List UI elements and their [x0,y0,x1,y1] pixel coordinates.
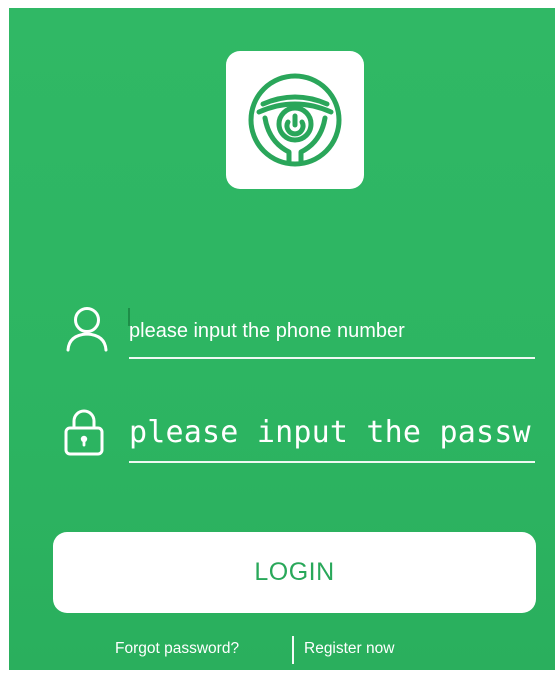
login-screen: LOGIN Forgot password? Register now [9,8,555,670]
register-now-link[interactable]: Register now [304,640,394,658]
phone-underline [129,357,535,359]
phone-input[interactable] [129,316,535,346]
login-button[interactable]: LOGIN [53,532,536,613]
lock-icon [63,408,105,456]
bottom-links: Forgot password? Register now [9,636,555,664]
user-icon [65,306,109,352]
password-input[interactable] [129,412,535,452]
app-logo [226,51,364,189]
power-wheel-icon [248,73,342,167]
link-divider [292,636,294,664]
password-underline [129,461,535,463]
forgot-password-link[interactable]: Forgot password? [115,640,239,658]
